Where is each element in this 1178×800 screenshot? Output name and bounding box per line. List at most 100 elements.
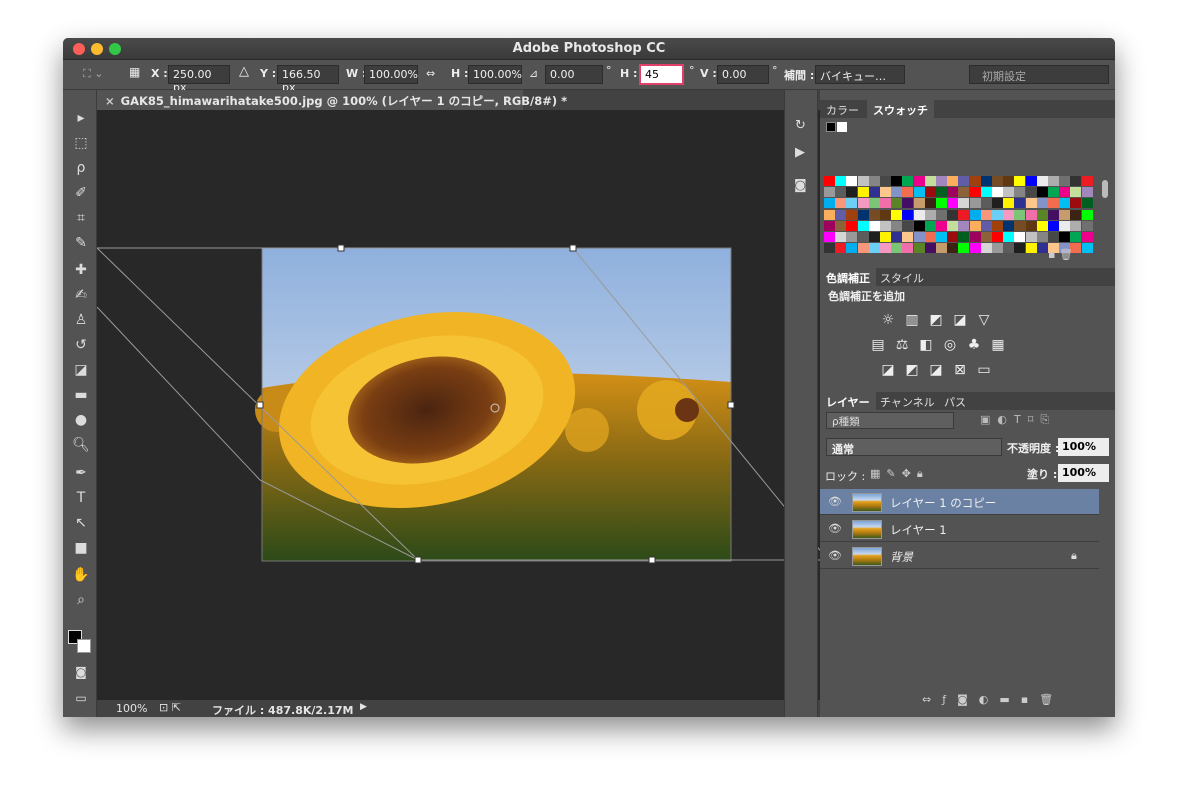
- swatch-cell[interactable]: [1003, 209, 1015, 220]
- dodge-tool-icon[interactable]: 🔍︎: [70, 435, 92, 455]
- layers-footer-icons[interactable]: ⇔ƒ◙◐▬▪🗑︎: [922, 693, 1064, 706]
- close-tab-icon[interactable]: ×: [105, 94, 115, 108]
- swatch-cell[interactable]: [958, 209, 970, 220]
- brush-tool-icon[interactable]: ✍: [70, 285, 92, 305]
- swatch-cell[interactable]: [958, 232, 970, 242]
- swatch-cell[interactable]: [936, 209, 947, 220]
- marquee-tool-icon[interactable]: ⬚: [70, 133, 92, 153]
- link-icon[interactable]: ⇔: [426, 67, 435, 80]
- properties-panel-icon[interactable]: ◙: [794, 178, 807, 193]
- swatch-cell[interactable]: [835, 220, 847, 231]
- hue-saturation-icon[interactable]: ▤: [868, 337, 888, 353]
- swatch-cell[interactable]: [936, 198, 947, 209]
- swatch-cell[interactable]: [958, 220, 970, 231]
- swatch-cell[interactable]: [913, 187, 925, 198]
- move-tool-icon[interactable]: ▸: [70, 108, 92, 128]
- swatch-cell[interactable]: [868, 187, 880, 198]
- swatch-cell[interactable]: [1081, 232, 1093, 242]
- swatch-cell[interactable]: [902, 209, 914, 220]
- swatch-cell[interactable]: [958, 243, 970, 254]
- swatch-cell[interactable]: [924, 198, 936, 209]
- invert-icon[interactable]: ◪: [878, 362, 898, 378]
- swatch-actions-icon[interactable]: ▪ 🗑︎: [1048, 248, 1073, 261]
- swatch-cell[interactable]: [1036, 176, 1048, 186]
- swatch-cell[interactable]: [835, 243, 847, 254]
- swatch-cell[interactable]: [891, 243, 903, 254]
- status-menu-arrow-icon[interactable]: ▶: [360, 702, 367, 712]
- brightness-icon[interactable]: ☼: [878, 312, 898, 328]
- tab-layers[interactable]: レイヤー: [820, 392, 876, 410]
- swatch-cell[interactable]: [947, 243, 959, 254]
- exposure-icon[interactable]: ◪: [950, 312, 970, 328]
- reference-point-icon[interactable]: ▦: [129, 65, 140, 79]
- swatch-cell[interactable]: [868, 243, 880, 254]
- swatch-cell[interactable]: [857, 209, 869, 220]
- swatch-cell[interactable]: [969, 243, 981, 254]
- layer-row-copy[interactable]: 👁︎ レイヤー 1 のコピー: [820, 489, 1099, 515]
- swatch-cell[interactable]: [924, 243, 936, 254]
- swatch-cell[interactable]: [947, 187, 959, 198]
- swatch-cell[interactable]: [947, 232, 959, 242]
- swatch-cell[interactable]: [1070, 209, 1082, 220]
- curves-icon[interactable]: ◩: [926, 312, 946, 328]
- swatch-cell[interactable]: [913, 198, 925, 209]
- swatch-cell[interactable]: [857, 220, 869, 231]
- swatch-cell[interactable]: [947, 198, 959, 209]
- gradient-map-icon[interactable]: ▭: [974, 362, 994, 378]
- swatch-cell[interactable]: [1048, 198, 1059, 209]
- swatch-cell[interactable]: [902, 243, 914, 254]
- swatch-cell[interactable]: [980, 243, 992, 254]
- swatch-cell[interactable]: [1036, 187, 1048, 198]
- swatch-cell[interactable]: [913, 220, 925, 231]
- quick-mask-icon[interactable]: ◙: [70, 662, 92, 682]
- swatch-cell[interactable]: [880, 209, 891, 220]
- swatch-cell[interactable]: [824, 243, 835, 254]
- hand-tool-icon[interactable]: ✋: [70, 565, 92, 585]
- swatch-cell[interactable]: [824, 232, 835, 242]
- background-color-swatch[interactable]: [77, 639, 91, 653]
- swatch-cell[interactable]: [1048, 187, 1059, 198]
- swatch-cell[interactable]: [891, 187, 903, 198]
- layer-row-1[interactable]: 👁︎ レイヤー 1: [820, 516, 1099, 542]
- swatch-cell[interactable]: [1048, 209, 1059, 220]
- swatch-cell[interactable]: [1059, 176, 1071, 186]
- swatch-cell[interactable]: [980, 187, 992, 198]
- swatch-cell[interactable]: [880, 187, 891, 198]
- swatch-cell[interactable]: [1070, 220, 1082, 231]
- swatches-scrollbar[interactable]: [1102, 180, 1108, 198]
- swatch-cell[interactable]: [835, 187, 847, 198]
- swatch-cell[interactable]: [980, 198, 992, 209]
- swatch-cell[interactable]: [846, 209, 858, 220]
- lock-icons[interactable]: ▦✎✥🔒︎: [870, 467, 929, 481]
- channel-mixer-icon[interactable]: ♣: [964, 337, 984, 353]
- swatch-cell[interactable]: [846, 243, 858, 254]
- swatch-cell[interactable]: [992, 243, 1003, 254]
- transform-handle[interactable]: [569, 244, 577, 252]
- swatch-cell[interactable]: [992, 209, 1003, 220]
- tab-adjustments[interactable]: 色調補正: [820, 268, 876, 286]
- shape-tool-icon[interactable]: ■: [70, 538, 92, 558]
- swatch-cell[interactable]: [1070, 187, 1082, 198]
- swatch-cell[interactable]: [913, 243, 925, 254]
- swatch-cell[interactable]: [1014, 209, 1026, 220]
- swatch-cell[interactable]: [868, 220, 880, 231]
- swatch-cell[interactable]: [880, 220, 891, 231]
- y-field[interactable]: 166.50 px: [277, 65, 339, 94]
- tab-styles[interactable]: スタイル: [874, 268, 930, 286]
- selective-color-icon[interactable]: ⊠: [950, 362, 970, 378]
- swatch-cell[interactable]: [891, 220, 903, 231]
- tab-channels[interactable]: チャンネル: [874, 392, 941, 410]
- swatch-cell[interactable]: [980, 232, 992, 242]
- swatch-cell[interactable]: [1070, 176, 1082, 186]
- swatch-cell[interactable]: [824, 198, 835, 209]
- swatch-cell[interactable]: [1025, 198, 1037, 209]
- swatch-cell[interactable]: [936, 220, 947, 231]
- swatch-cell[interactable]: [913, 176, 925, 186]
- crop-tool-icon[interactable]: ⌗: [70, 208, 92, 228]
- black-white-icon[interactable]: ◧: [916, 337, 936, 353]
- swatch-cell[interactable]: [1070, 232, 1082, 242]
- swatch-cell[interactable]: [992, 198, 1003, 209]
- swatch-cell[interactable]: [969, 232, 981, 242]
- swatch-cell[interactable]: [1059, 232, 1071, 242]
- swatch-cell[interactable]: [846, 187, 858, 198]
